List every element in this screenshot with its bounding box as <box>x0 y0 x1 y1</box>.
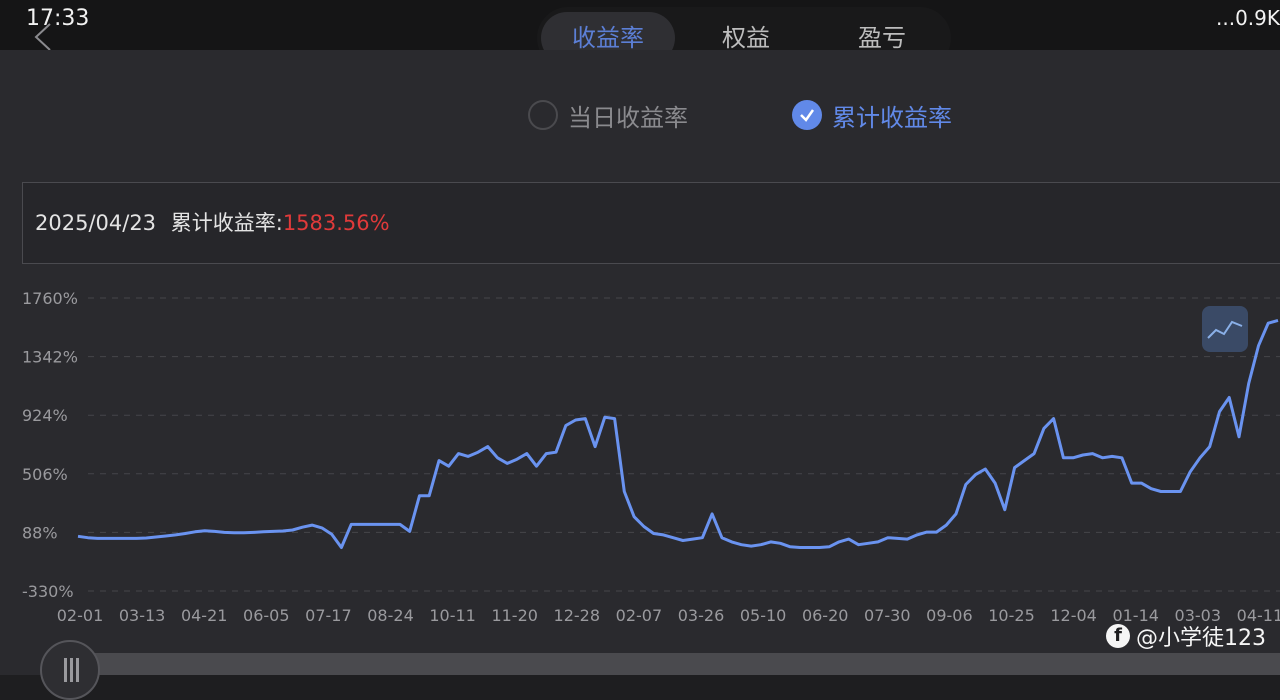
info-date: 2025/04/23 <box>35 211 157 235</box>
x-tick-label: 05-10 <box>740 606 787 625</box>
radio-daily-return[interactable]: 当日收益率 <box>528 95 688 135</box>
radio-daily-label: 当日收益率 <box>568 103 688 132</box>
x-tick-label: 02-07 <box>616 606 663 625</box>
checkmark-icon <box>792 100 822 130</box>
info-value: 1583.56% <box>282 211 390 235</box>
x-tick-label: 10-11 <box>429 606 476 625</box>
x-tick-label: 12-28 <box>554 606 601 625</box>
x-tick-label: 07-17 <box>305 606 352 625</box>
status-indicators: ...0.9K <box>1216 6 1280 30</box>
cumulative-return-line <box>77 318 1279 549</box>
x-tick-label: 12-04 <box>1050 606 1097 625</box>
x-tick-label: 06-20 <box>802 606 849 625</box>
x-tick-label: 02-01 <box>57 606 104 625</box>
range-scrollbar[interactable] <box>70 653 1280 675</box>
y-tick-label: 506% <box>22 465 68 484</box>
x-tick-label: 09-06 <box>926 606 973 625</box>
x-tick-label: 03-26 <box>678 606 725 625</box>
radio-cumulative-label: 累计收益率 <box>832 103 952 132</box>
back-icon[interactable] <box>30 20 64 54</box>
watermark: f @小学徒123 <box>1106 620 1266 652</box>
x-tick-label: 04-21 <box>181 606 228 625</box>
x-tick-label: 03-13 <box>119 606 166 625</box>
radio-cumulative-return[interactable]: 累计收益率 <box>792 95 952 135</box>
y-tick-label: 88% <box>22 523 58 542</box>
watermark-text: @小学徒123 <box>1136 626 1266 651</box>
tooltip-info-box: 2025/04/23 累计收益率:1583.56% <box>22 182 1280 264</box>
x-tick-label: 10-25 <box>988 606 1035 625</box>
y-tick-label: 1342% <box>22 348 78 367</box>
radio-unchecked-icon <box>528 100 558 130</box>
y-tick-label: -330% <box>22 582 74 601</box>
y-tick-label: 1760% <box>22 289 78 308</box>
facebook-icon: f <box>1106 624 1130 648</box>
y-tick-label: 924% <box>22 406 68 425</box>
x-tick-label: 11-20 <box>491 606 538 625</box>
chart-type-icon[interactable] <box>1202 306 1248 352</box>
info-label: 累计收益率: <box>170 211 283 235</box>
x-tick-label: 07-30 <box>864 606 911 625</box>
x-tick-label: 08-24 <box>367 606 414 625</box>
cumulative-return-chart[interactable]: 1760% 1342% 924% 506% 88% -330% 02-01 03-13 04-2… <box>0 280 1280 630</box>
top-bar: 17:33 ...0.9K 收益率 权益 盈亏 <box>0 0 1280 69</box>
range-drag-handle[interactable] <box>40 640 100 700</box>
x-tick-label: 06-05 <box>243 606 290 625</box>
